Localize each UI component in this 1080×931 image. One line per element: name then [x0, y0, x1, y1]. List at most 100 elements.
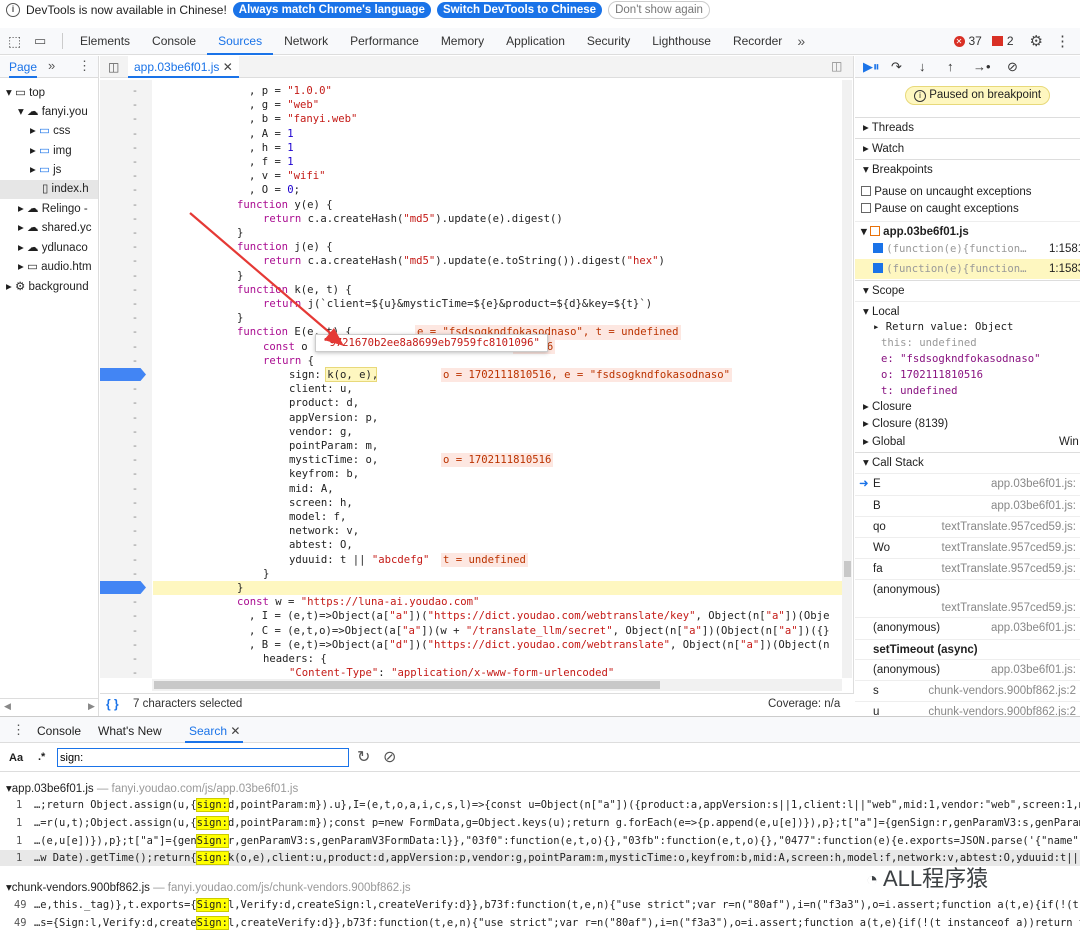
callstack-frame[interactable]: (anonymous) app.03be6f01.js:	[855, 659, 1080, 679]
navigator-hscroll[interactable]: ◀ ▶	[0, 698, 98, 716]
callstack-section[interactable]: ▾ Call Stack	[855, 452, 1080, 472]
step-over-icon[interactable]: ↷	[891, 59, 902, 75]
step-into-icon[interactable]: ↓	[919, 59, 926, 74]
breakpoint-item-2[interactable]: (function(e){function… 1:1583	[855, 259, 1080, 279]
clear-icon[interactable]: ⊘	[383, 747, 396, 767]
checked-box[interactable]	[873, 243, 883, 253]
tab-memory[interactable]: Memory	[430, 28, 495, 55]
drawer-tab-whatsnew[interactable]: What's New	[98, 724, 162, 738]
frame-location[interactable]: textTranslate.957ced59.js:	[942, 559, 1076, 578]
result-file-header[interactable]: ▾chunk-vendors.900bf862.js — fanyi.youda…	[6, 880, 411, 894]
frame-location[interactable]: chunk-vendors.900bf862.js:2	[928, 681, 1076, 700]
tree-item-domain[interactable]: ▾ ☁ fanyi.you	[0, 103, 98, 122]
tree-item-ydlunaco[interactable]: ▸ ☁ ydlunaco	[0, 239, 98, 258]
drawer-tab-console[interactable]: Console	[37, 724, 81, 738]
tab-lighthouse[interactable]: Lighthouse	[641, 28, 722, 55]
drawer-tab-search[interactable]: Search ✕	[189, 724, 240, 738]
threads-section[interactable]: ▸ Threads	[855, 117, 1080, 137]
gear-icon[interactable]: ⚙	[1030, 32, 1043, 50]
checked-box[interactable]	[873, 263, 883, 273]
frame-location[interactable]: app.03be6f01.js:	[991, 660, 1076, 679]
tab-performance[interactable]: Performance	[339, 28, 430, 55]
tree-item-js[interactable]: ▸ ▭ js	[0, 161, 98, 180]
navigator-menu-icon[interactable]: ⋮	[78, 58, 91, 74]
frame-location[interactable]: app.03be6f01.js:	[991, 618, 1076, 637]
global-scope[interactable]: ▸ Global Win	[855, 432, 1080, 452]
more-panes-icon[interactable]: »	[48, 58, 55, 73]
tree-item-img[interactable]: ▸ ▭ img	[0, 142, 98, 161]
match-language-button[interactable]: Always match Chrome's language	[232, 2, 431, 18]
checkbox[interactable]	[861, 203, 871, 213]
search-result-row[interactable]: 1 …;return Object.assign(u,{sign:d,pointP…	[0, 797, 1080, 813]
callstack-frame[interactable]: E ➜ app.03be6f01.js:	[855, 473, 1080, 493]
result-file-header[interactable]: ▾app.03be6f01.js — fanyi.youdao.com/js/a…	[6, 781, 298, 795]
frame-location[interactable]: textTranslate.957ced59.js:	[942, 538, 1076, 557]
callstack-frame[interactable]: Bapp.03be6f01.js:	[855, 495, 1080, 515]
close-icon[interactable]: ✕	[230, 724, 240, 738]
frame-location[interactable]: textTranslate.957ced59.js:	[942, 517, 1076, 536]
error-count[interactable]: 37	[969, 34, 982, 48]
refresh-icon[interactable]: ↻	[357, 747, 370, 767]
more-tabs-icon[interactable]: »	[797, 33, 805, 49]
checkbox[interactable]	[861, 186, 871, 196]
search-result-row[interactable]: 49 …s={Sign:l,Verify:d,createSign:l,creat…	[0, 915, 1080, 931]
tree-item-shared[interactable]: ▸ ☁ shared.yc	[0, 219, 98, 238]
closure-8139-scope[interactable]: ▸ Closure (8139)	[855, 414, 1080, 434]
scroll-left-icon[interactable]: ◀	[4, 701, 11, 712]
frame-location[interactable]: app.03be6f01.js:	[991, 496, 1076, 515]
step-icon[interactable]: →•	[973, 59, 991, 74]
scope-section[interactable]: ▾ Scope	[855, 280, 1080, 300]
tab-page[interactable]: Page	[9, 60, 38, 78]
callstack-frame[interactable]: qo textTranslate.957ced59.js:	[855, 516, 1080, 536]
frame-location[interactable]: app.03be6f01.js:	[991, 474, 1076, 493]
callstack-frame[interactable]: s chunk-vendors.900bf862.js:2	[855, 680, 1080, 700]
frame-function: (anonymous)	[873, 622, 941, 634]
frame-location[interactable]: chunk-vendors.900bf862.js:2	[928, 702, 1076, 716]
search-input[interactable]	[57, 748, 349, 767]
dont-show-again-button[interactable]: Don't show again	[608, 1, 710, 19]
folder-icon: ▭	[38, 164, 50, 176]
tab-security[interactable]: Security	[576, 28, 641, 55]
tab-application[interactable]: Application	[495, 28, 576, 55]
breakpoint-item-1[interactable]: (function(e){function… 1:1581	[855, 239, 1080, 259]
tree-item-top[interactable]: ▾ ▭ top	[0, 84, 98, 103]
search-result-row[interactable]: 1 …=r(u,t);Object.assign(u,{sign:d,pointP…	[0, 815, 1080, 831]
tree-item-css[interactable]: ▸ ▭ css	[0, 122, 98, 141]
tab-sources[interactable]: Sources	[207, 28, 274, 55]
pause-caught-option[interactable]: Pause on caught exceptions	[855, 199, 1080, 219]
warning-count[interactable]: 2	[1007, 34, 1014, 48]
resume-icon[interactable]: ▶⏸	[863, 59, 880, 75]
callstack-frame[interactable]: setTimeout (async)	[855, 639, 1080, 659]
scroll-right-icon[interactable]: ▶	[88, 701, 95, 712]
frame-location[interactable]: textTranslate.957ced59.js:	[942, 598, 1076, 617]
match-case-toggle[interactable]: Aa	[9, 752, 23, 764]
search-result-row[interactable]: 1 …(e,u[e])}),p};t["a"]={genSign:r,genPar…	[0, 833, 1080, 849]
collapsed-arrow-icon: ▸	[30, 164, 36, 176]
callstack-frame[interactable]: (anonymous) app.03be6f01.js:	[855, 617, 1080, 637]
breakpoints-section[interactable]: ▾ Breakpoints	[855, 159, 1080, 179]
drawer-menu-icon[interactable]: ⋮	[12, 722, 25, 738]
switch-chinese-button[interactable]: Switch DevTools to Chinese	[436, 2, 603, 18]
watch-section[interactable]: ▸ Watch	[855, 138, 1080, 158]
tree-item-index[interactable]: ▯ index.h	[0, 180, 98, 199]
pretty-print-icon[interactable]: { }	[106, 697, 119, 711]
step-out-icon[interactable]: ↑	[947, 59, 954, 74]
callstack-frame[interactable]: fa textTranslate.957ced59.js:	[855, 558, 1080, 578]
callstack-frame[interactable]: Wo textTranslate.957ced59.js:	[855, 537, 1080, 557]
tree-item-relingo[interactable]: ▸ ☁ Relingo -	[0, 200, 98, 219]
regex-toggle[interactable]: .*	[38, 751, 45, 763]
tree-item-audio[interactable]: ▸ ▭ audio.htm	[0, 258, 98, 277]
tab-elements[interactable]: Elements	[69, 28, 141, 55]
device-toggle-icon[interactable]: ▭	[34, 33, 56, 49]
kebab-menu-icon[interactable]: ⋮	[1055, 32, 1070, 50]
callstack-frame[interactable]: (anonymous) textTranslate.957ced59.js:	[855, 579, 1080, 617]
callstack-frame[interactable]: u chunk-vendors.900bf862.js:2	[855, 701, 1080, 716]
breakpoint-file[interactable]: ▾ app.03be6f01.js	[855, 221, 1080, 241]
deactivate-breakpoints-icon[interactable]: ⊘	[1007, 59, 1018, 75]
inspect-icon[interactable]: ⬚	[8, 33, 28, 50]
tab-console[interactable]: Console	[141, 28, 207, 55]
search-result-row[interactable]: 49 …e,this._tag)},t.exports={Sign:l,Verif…	[0, 897, 1080, 913]
tree-item-background[interactable]: ▸ ⚙ background	[0, 278, 98, 297]
tab-network[interactable]: Network	[273, 28, 339, 55]
tab-recorder[interactable]: Recorder	[722, 28, 793, 55]
